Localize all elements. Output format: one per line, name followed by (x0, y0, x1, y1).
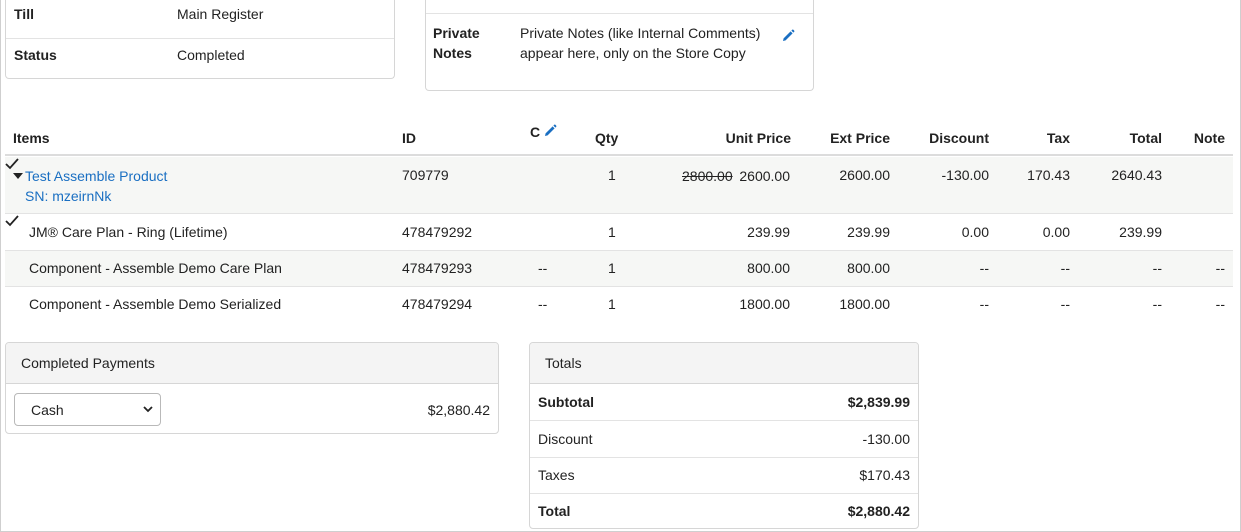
taxes-label: Taxes (538, 467, 575, 483)
item-id: 709779 (402, 167, 449, 183)
item-name: Component - Assemble Demo Care Plan (29, 260, 282, 276)
panel-header: Totals (530, 343, 918, 384)
discount-value: -130.00 (862, 431, 910, 447)
ext-price: 800.00 (847, 260, 890, 276)
total: 2640.43 (1111, 167, 1162, 183)
item-id: 478479293 (402, 260, 473, 276)
discount: -- (979, 260, 989, 276)
col-note: Note (1193, 130, 1225, 146)
col-id: ID (402, 130, 416, 146)
total-value: $2,880.42 (847, 503, 910, 519)
item-qty: 1 (608, 224, 616, 240)
totals-title: Totals (545, 355, 582, 371)
unit-price: 2600.00 (739, 168, 790, 184)
private-notes-text: Private Notes (like Internal Comments) a… (520, 25, 761, 61)
total: 239.99 (1119, 224, 1162, 240)
ext-price: 1800.00 (839, 296, 890, 312)
item-id: 478479292 (402, 224, 473, 240)
taxes-value: $170.43 (859, 467, 910, 483)
unit-price: 239.99 (747, 224, 790, 240)
subtotal-value: $2,839.99 (847, 394, 910, 410)
table-row[interactable]: Test Assemble Product SN: mzeirnNk 70977… (5, 157, 1233, 214)
col-unit-price: Unit Price (725, 130, 791, 146)
status-value: Completed (177, 47, 245, 63)
till-value: Main Register (177, 6, 264, 22)
private-notes-panel: Private Notes Private Notes (like Intern… (425, 0, 814, 91)
sale-info-panel: Till Main Register Status Completed (5, 0, 395, 79)
c-value: -- (538, 260, 548, 276)
tax: 0.00 (1042, 224, 1070, 240)
serial-number-link[interactable]: SN: mzeirnNk (25, 188, 111, 204)
col-ext-price: Ext Price (830, 130, 890, 146)
col-items: Items (13, 130, 50, 146)
payment-amount: $2,880.42 (427, 402, 490, 418)
total-label: Total (538, 503, 571, 519)
discount-label: Discount (538, 431, 593, 447)
panel-header: Completed Payments (6, 343, 498, 384)
private-notes-label: Private Notes (433, 25, 480, 61)
table-row[interactable]: Component - Assemble Demo Serialized 478… (5, 287, 1233, 323)
till-label: Till (14, 6, 34, 22)
status-label: Status (14, 47, 57, 63)
col-tax: Tax (1046, 130, 1070, 146)
subtotal-row: Subtotal $2,839.99 (530, 384, 918, 421)
product-link[interactable]: Test Assemble Product (25, 168, 167, 184)
status-row: Status Completed (6, 38, 394, 78)
ext-price: 239.99 (847, 224, 890, 240)
item-qty: 1 (608, 296, 616, 312)
item-name: JM® Care Plan - Ring (Lifetime) (29, 224, 228, 240)
ext-price: 2600.00 (839, 167, 890, 183)
item-id: 478479294 (402, 296, 473, 312)
table-row[interactable]: Component - Assemble Demo Care Plan 4784… (5, 251, 1233, 287)
totals-panel: Totals Subtotal $2,839.99 Discount -130.… (529, 342, 919, 529)
item-name: Component - Assemble Demo Serialized (29, 296, 282, 312)
payment-method-value: Cash (31, 402, 64, 418)
discount: 0.00 (961, 224, 989, 240)
payment-method-select[interactable]: Cash (14, 393, 161, 426)
completed-payments-title: Completed Payments (21, 355, 155, 371)
check-icon (5, 215, 19, 227)
discount: -130.00 (941, 167, 989, 183)
table-row[interactable]: JM® Care Plan - Ring (Lifetime) 47847929… (5, 214, 1233, 251)
total: -- (1152, 296, 1162, 312)
discount-row: Discount -130.00 (530, 421, 918, 458)
subtotal-label: Subtotal (538, 394, 594, 410)
till-row: Till Main Register (6, 0, 394, 39)
unit-price: 1800.00 (739, 296, 790, 312)
total-row: Total $2,880.42 (530, 493, 918, 528)
pencil-icon[interactable] (543, 124, 557, 138)
original-price: 2800.00 (682, 168, 733, 184)
divider (426, 13, 813, 14)
unit-price: 800.00 (747, 260, 790, 276)
pencil-icon[interactable] (781, 29, 795, 43)
total: -- (1152, 260, 1162, 276)
c-value: -- (538, 296, 548, 312)
tax: -- (1060, 260, 1070, 276)
note: -- (1215, 260, 1225, 276)
caret-down-icon[interactable] (13, 173, 23, 179)
note: -- (1215, 296, 1225, 312)
completed-payments-panel: Completed Payments Cash $2,880.42 (5, 342, 499, 434)
taxes-row: Taxes $170.43 (530, 457, 918, 494)
col-discount: Discount (929, 130, 989, 146)
chevron-down-icon (143, 406, 153, 413)
col-qty: Qty (595, 130, 619, 146)
col-c: C (530, 124, 541, 140)
item-qty: 1 (608, 260, 616, 276)
item-qty: 1 (608, 167, 616, 183)
discount: -- (979, 296, 989, 312)
items-table-header: Items ID C Qty Unit Price Ext Price Disc… (5, 118, 1233, 156)
tax: 170.43 (1027, 167, 1070, 183)
tax: -- (1060, 296, 1070, 312)
col-total: Total (1129, 130, 1162, 146)
